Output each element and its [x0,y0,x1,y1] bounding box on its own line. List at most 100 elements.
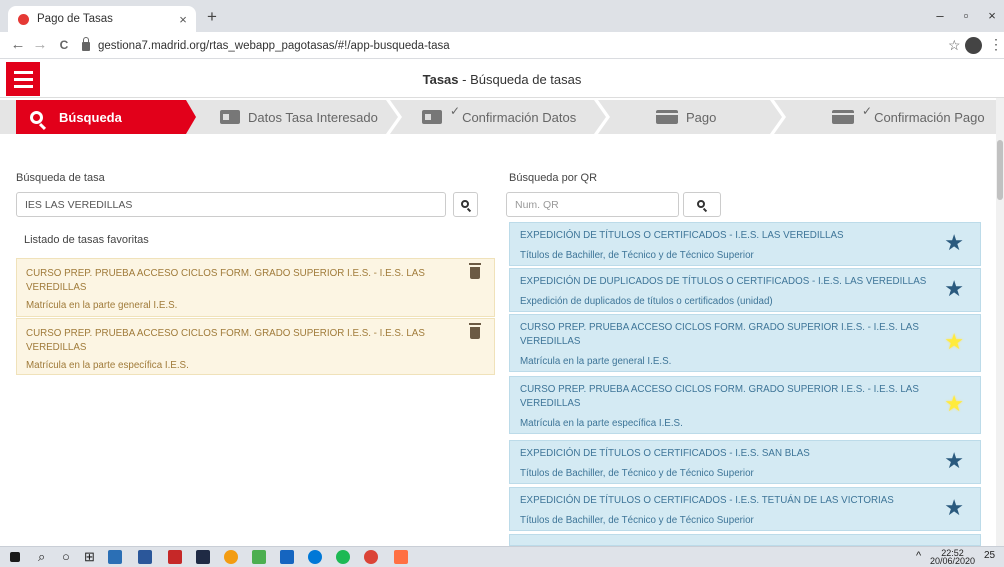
search-icon [30,110,43,124]
step-confirmacion-pago[interactable]: ✓ Confirmación Pago [832,100,985,134]
result-title: EXPEDICIÓN DE TÍTULOS O CERTIFICADOS - I… [520,448,810,459]
star-icon[interactable]: ★ [944,450,964,472]
step-divider [386,100,402,134]
hamburger-menu-button[interactable] [6,62,40,96]
step-datos-tasa[interactable]: Datos Tasa Interesado [220,100,378,134]
tab-close-icon[interactable]: × [174,12,192,27]
result-card[interactable]: CURSO PREP. PRUEBA ACCESO CICLOS FORM. G… [509,314,981,372]
file-manager-icon[interactable] [108,550,122,564]
step-label: Datos Tasa Interesado [248,109,378,125]
new-tab-button[interactable]: + [202,7,222,27]
search-label: Búsqueda de tasa [16,172,105,184]
spotify-icon[interactable] [336,550,350,564]
step-confirmacion-datos[interactable]: ✓ Confirmación Datos [422,100,576,134]
step-busqueda[interactable]: Búsqueda [16,100,196,134]
clock[interactable]: 22:52 20/06/2020 [930,549,976,566]
store-icon[interactable] [196,550,210,564]
step-label: Pago [686,109,717,125]
forward-button[interactable]: → [32,37,48,53]
windows-taskbar: ⌕ ○ ⊞ ^ 22:52 20/06/2020 25 [0,546,1004,567]
result-subtitle: Matrícula en la parte específica I.E.S. [520,418,683,429]
qr-search-button[interactable] [683,192,721,217]
page-title-rest: - Búsqueda de tasas [458,72,582,87]
qr-label: Búsqueda por QR [509,172,598,184]
favorite-card[interactable]: CURSO PREP. PRUEBA ACCESO CICLOS FORM. G… [16,258,495,317]
check-icon: ✓ [862,104,873,118]
search-icon [697,199,705,208]
clock-date: 20/06/2020 [930,556,976,566]
favorite-card[interactable]: CURSO PREP. PRUEBA ACCESO CICLOS FORM. G… [16,318,495,375]
windows-start-icon[interactable] [10,552,20,562]
step-pago[interactable]: Pago [656,100,716,134]
app-icon[interactable] [394,550,408,564]
trash-icon[interactable] [469,263,481,279]
page-title-bold: Tasas [422,72,459,87]
star-icon[interactable]: ★ [944,497,964,519]
edge-icon[interactable] [308,550,322,564]
result-card[interactable]: EXPEDICIÓN DE TÍTULOS O CERTIFICADOS - I… [509,222,981,266]
close-window-button[interactable]: × [982,8,1002,23]
browser-menu-icon[interactable]: ⋮ [989,36,1003,53]
chrome-icon[interactable] [364,550,378,564]
url-text: gestiona7.madrid.org/rtas_webapp_pagotas… [98,39,450,52]
qr-input[interactable]: Num. QR [506,192,679,217]
result-title: EXPEDICIÓN DE TÍTULOS O CERTIFICADOS - I… [520,495,894,506]
browser-tabstrip: Pago de Tasas × + – ▫ × [0,0,1004,32]
result-title: CURSO PREP. PRUEBA ACCESO CICLOS FORM. G… [520,322,919,347]
page-title: Tasas - Búsqueda de tasas [0,72,1004,87]
credit-card-icon [832,110,854,124]
step-label: Confirmación Pago [874,109,985,125]
star-icon[interactable]: ★ [944,232,964,254]
image-editor-icon[interactable] [252,550,266,564]
favorite-subtitle: Matrícula en la parte general I.E.S. [26,300,178,311]
maximize-button[interactable]: ▫ [956,8,976,23]
check-icon: ✓ [450,104,461,118]
result-subtitle: Expedición de duplicados de títulos o ce… [520,296,773,307]
minimize-button[interactable]: – [930,8,950,23]
result-card-partial[interactable] [509,534,981,546]
tray-chevron-icon[interactable]: ^ [916,551,921,562]
favorite-subtitle: Matrícula en la parte específica I.E.S. [26,360,189,371]
word-icon[interactable] [138,550,152,564]
result-title: EXPEDICIÓN DE TÍTULOS O CERTIFICADOS - I… [520,230,844,241]
result-card[interactable]: EXPEDICIÓN DE TÍTULOS O CERTIFICADOS - I… [509,487,981,531]
id-card-icon [220,110,240,124]
profile-avatar[interactable] [965,37,982,54]
favorite-title: CURSO PREP. PRUEBA ACCESO CICLOS FORM. G… [26,268,425,293]
notifications-badge[interactable]: 25 [984,551,995,561]
result-title: EXPEDICIÓN DE DUPLICADOS DE TÍTULOS O CE… [520,276,927,287]
star-icon[interactable]: ★ [944,278,964,300]
result-card[interactable]: CURSO PREP. PRUEBA ACCESO CICLOS FORM. G… [509,376,981,434]
favicon-icon [18,13,29,25]
result-subtitle: Títulos de Bachiller, de Técnico y de Té… [520,515,754,526]
result-card[interactable]: EXPEDICIÓN DE TÍTULOS O CERTIFICADOS - I… [509,440,981,484]
star-icon[interactable]: ★ [944,393,964,415]
step-label: Confirmación Datos [462,109,577,125]
star-icon[interactable]: ★ [944,331,964,353]
steps-bar: Búsqueda Datos Tasa Interesado ✓ Confirm… [0,100,996,134]
search-button[interactable] [453,192,478,217]
credit-card-icon [656,110,678,124]
app-icon[interactable] [168,550,182,564]
favorite-title: CURSO PREP. PRUEBA ACCESO CICLOS FORM. G… [26,328,425,353]
reload-button[interactable]: C [56,37,72,53]
favorites-title: Listado de tasas favoritas [24,234,149,246]
app-icon[interactable] [224,550,238,564]
step-divider [770,100,786,134]
browser-tab[interactable]: Pago de Tasas × [8,6,196,32]
result-subtitle: Títulos de Bachiller, de Técnico y de Té… [520,468,754,479]
task-view-icon[interactable]: ⊞ [84,549,95,565]
bookmark-star-icon[interactable]: ☆ [948,37,961,54]
back-button[interactable]: ← [10,37,26,53]
url-field[interactable]: gestiona7.madrid.org/rtas_webapp_pagotas… [82,35,962,56]
result-card[interactable]: EXPEDICIÓN DE DUPLICADOS DE TÍTULOS O CE… [509,268,981,312]
lock-icon [82,37,90,51]
mail-icon[interactable] [280,550,294,564]
trash-icon[interactable] [469,323,481,339]
scrollbar-thumb[interactable] [997,140,1003,200]
search-input[interactable]: IES LAS VEREDILLAS [16,192,446,217]
search-icon[interactable]: ⌕ [38,549,45,565]
search-icon [460,199,469,208]
address-bar-row: ← → C gestiona7.madrid.org/rtas_webapp_p… [0,32,1004,59]
cortana-icon[interactable]: ○ [62,549,70,564]
